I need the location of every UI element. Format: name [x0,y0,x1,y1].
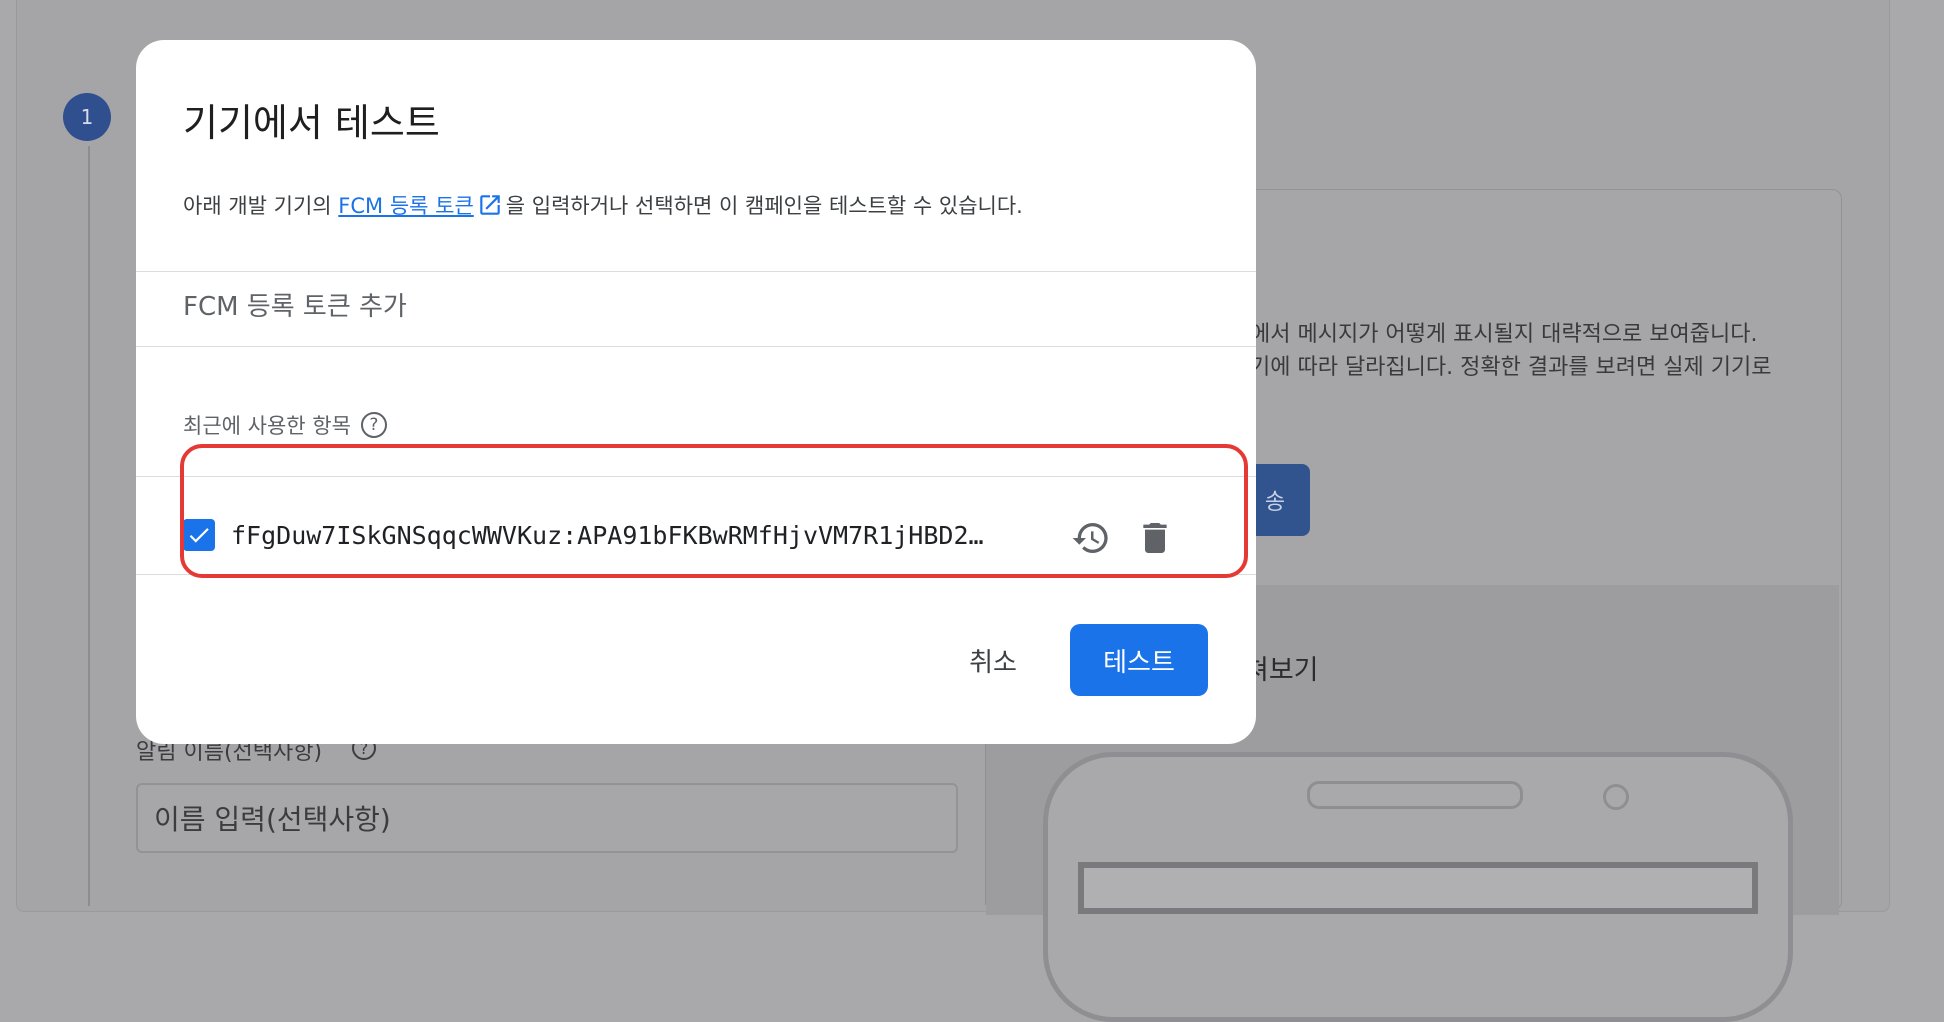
recent-token-row: fFgDuw7ISkGNSqqcWWVKuz:APA91bFKBwRMfHjvV… [183,500,1208,570]
notification-name-input[interactable]: 이름 입력(선택사항) [136,783,958,853]
preview-description: 에서 메시지가 어떻게 표시될지 대략적으로 보여줍니다. 기에 따라 달라집니… [1250,318,1771,384]
preview-description-line-2: 기에 따라 달라집니다. 정확한 결과를 보려면 실제 기기로 [1250,355,1772,380]
phone-speaker [1307,781,1523,809]
cancel-button[interactable]: 취소 [938,624,1048,696]
help-circle-icon[interactable]: ? [360,412,387,438]
step-badge: 1 [63,93,111,141]
trash-icon[interactable] [1135,518,1175,558]
phone-screen [1078,862,1758,914]
test-button[interactable]: 테스트 [1070,624,1208,696]
test-on-device-dialog: 기기에서 테스트 아래 개발 기기의 FCM 등록 토큰 을 입력하거나 선택하면… [136,40,1256,744]
token-checkbox[interactable] [183,519,215,551]
preview-description-line-1: 에서 메시지가 어떻게 표시될지 대략적으로 보여줍니다. [1250,322,1758,347]
fcm-token-input[interactable]: FCM 등록 토큰 추가 [183,286,407,323]
divider [136,574,1256,575]
fcm-token-link[interactable]: FCM 등록 토큰 [338,190,474,220]
check-icon [189,528,209,543]
divider [136,476,1256,477]
recent-items-header: 최근에 사용한 항목 ? [183,410,387,440]
history-icon[interactable] [1071,518,1111,558]
phone-camera [1603,784,1629,810]
description-suffix: 을 입력하거나 선택하면 이 캠페인을 테스트할 수 있습니다. [505,194,1023,218]
dialog-title: 기기에서 테스트 [183,101,440,145]
token-value: fFgDuw7ISkGNSqqcWWVKuz:APA91bFKBwRMfHjvV… [231,520,984,550]
description-prefix: 아래 개발 기기의 [183,194,332,218]
dialog-description: 아래 개발 기기의 FCM 등록 토큰 을 입력하거나 선택하면 이 캠페인을 테… [183,190,1023,220]
recent-items-label: 최근에 사용한 항목 [183,414,351,438]
divider [136,346,1256,347]
divider [136,271,1256,272]
open-in-new-icon[interactable] [477,192,503,218]
step-connector-line [88,146,90,906]
